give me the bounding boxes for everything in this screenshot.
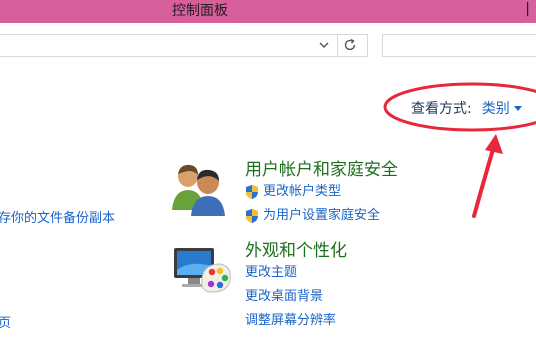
navigation-toolbar [0, 23, 536, 67]
category-user-accounts-title[interactable]: 用户帐户和家庭安全 [245, 159, 398, 181]
uac-shield-icon [246, 185, 258, 199]
link-fragment[interactable]: 页 [0, 312, 11, 331]
dropdown-caret-icon[interactable] [513, 106, 522, 111]
uac-shield-icon [246, 209, 258, 223]
window-control-fragment[interactable]: | [525, 1, 530, 17]
annotation-arrow [472, 144, 496, 218]
address-bar[interactable] [0, 34, 368, 57]
backup-link-fragment[interactable]: 存你的文件备份副本 [0, 207, 115, 226]
view-by-label: 查看方式: [411, 101, 472, 117]
category-appearance-title[interactable]: 外观和个性化 [245, 240, 347, 262]
refresh-icon[interactable] [342, 37, 358, 53]
change-desktop-background-link[interactable]: 更改桌面背景 [245, 288, 323, 306]
view-by-dropdown[interactable]: 类别 [482, 101, 510, 117]
chevron-down-icon[interactable] [317, 38, 331, 52]
display-palette-icon[interactable] [172, 242, 234, 298]
family-safety-link[interactable]: 为用户设置家庭安全 [263, 207, 380, 225]
change-theme-link[interactable]: 更改主题 [245, 264, 297, 282]
window-title: 控制面板 [172, 3, 228, 19]
users-icon[interactable] [172, 160, 232, 218]
annotation-arrowhead [485, 134, 503, 154]
change-account-type-link[interactable]: 更改帐户类型 [263, 183, 341, 201]
title-bar: 控制面板 | [0, 0, 536, 23]
address-divider [337, 35, 338, 56]
adjust-screen-resolution-link[interactable]: 调整屏幕分辨率 [245, 312, 336, 330]
view-by-control: 查看方式: 类别 [411, 98, 522, 118]
search-input[interactable] [382, 34, 536, 57]
